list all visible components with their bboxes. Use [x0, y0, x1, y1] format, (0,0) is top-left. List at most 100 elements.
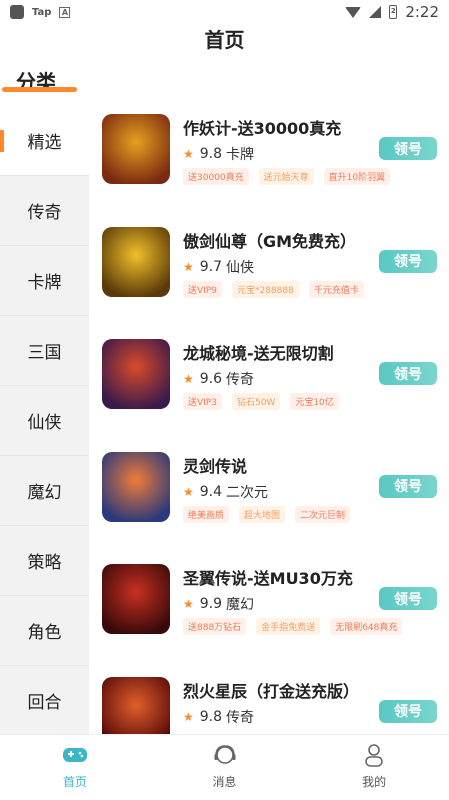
game-rating: ★ 9.9 魔幻	[183, 594, 254, 614]
game-genre: 魔幻	[226, 597, 255, 613]
nav-tab-label: 消息	[212, 775, 237, 789]
sidebar-item-card[interactable]: 卡牌	[0, 246, 89, 316]
sidebar-item-strategy[interactable]: 策略	[0, 526, 89, 596]
signal-icon	[369, 6, 382, 18]
sidebar-item-label: 策略	[27, 553, 62, 573]
game-tag: 送VIP9	[183, 280, 222, 298]
game-thumbnail[interactable]	[102, 114, 170, 184]
game-score: 9.8	[199, 146, 223, 162]
sidebar-item-label: 仙侠	[27, 413, 62, 433]
game-rating: ★ 9.6 传奇	[183, 369, 254, 389]
game-tag: 送30000真充	[183, 168, 249, 185]
game-score: 9.8	[199, 708, 223, 725]
game-score: 9.4	[199, 483, 223, 500]
sidebar-item-label: 精选	[27, 133, 62, 153]
category-sidebar: 精选 传奇 卡牌 三国 仙侠 魔幻 策略 角色 回合	[0, 106, 89, 736]
game-tags: 送888万钻石 金手指免费送 无限刷648真充	[183, 618, 403, 635]
clock-time: 2:22	[405, 3, 439, 21]
game-tag: 绝美画质	[183, 505, 230, 523]
user-icon	[365, 744, 383, 767]
game-score: 9.7	[199, 258, 223, 275]
game-tags: 送VIP3 钻石50W 元宝10亿	[183, 393, 339, 410]
nav-tab-home[interactable]: 首页	[0, 735, 150, 800]
game-tag: 元宝*288888	[231, 280, 299, 298]
section-title-underline	[2, 87, 77, 92]
game-tag: 直升10阶羽翼	[323, 168, 391, 185]
claim-account-button[interactable]: 领号	[379, 249, 437, 273]
game-list: 作妖计-送30000真充 ★ 9.8 卡牌 送30000真充 送元始天尊 直升1…	[89, 106, 449, 734]
game-rating: ★ 9.4 二次元	[183, 482, 268, 502]
star-icon: ★	[183, 484, 194, 499]
game-title: 烈火星辰（打金送充版）	[183, 681, 360, 701]
sidebar-item-label: 卡牌	[27, 273, 62, 293]
star-icon: ★	[183, 372, 194, 386]
game-title: 龙城秘境-送无限切割	[183, 344, 334, 363]
game-thumbnail[interactable]	[102, 339, 170, 409]
sidebar-item-label: 传奇	[27, 203, 62, 223]
game-title: 作妖计-送30000真充	[183, 119, 342, 138]
game-genre: 卡牌	[226, 147, 255, 163]
game-list-item[interactable]: 烈火星辰（打金送充版） ★ 9.8 传奇 领号	[89, 669, 449, 734]
sidebar-item-label: 魔幻	[27, 483, 62, 503]
nav-tab-profile[interactable]: 我的	[299, 735, 449, 800]
game-tag: 超大地图	[239, 505, 286, 523]
game-rating: ★ 9.8 卡牌	[183, 144, 254, 164]
claim-account-button[interactable]: 领号	[379, 699, 437, 723]
game-tags: 送30000真充 送元始天尊 直升10阶羽翼	[183, 168, 391, 185]
sidebar-item-turn-based[interactable]: 回合	[0, 666, 89, 736]
game-tag: 无限刷648真充	[330, 618, 403, 635]
sidebar-item-rpg[interactable]: 角色	[0, 596, 89, 666]
claim-account-button[interactable]: 领号	[379, 137, 437, 160]
sidebar-item-xianxia[interactable]: 仙侠	[0, 386, 89, 456]
game-list-item[interactable]: 圣翼传说-送MU30万充 ★ 9.9 魔幻 送888万钻石 金手指免费送 无限刷…	[89, 556, 449, 669]
game-tag: 送VIP3	[183, 393, 222, 410]
status-bar: Tap A 2 2:22	[0, 0, 449, 24]
app-notification-icon	[10, 5, 24, 19]
star-icon: ★	[183, 259, 194, 274]
game-list-item[interactable]: 作妖计-送30000真充 ★ 9.8 卡牌 送30000真充 送元始天尊 直升1…	[89, 106, 449, 219]
game-list-item[interactable]: 灵剑传说 ★ 9.4 二次元 绝美画质 超大地图 二次元巨制 领号	[89, 444, 449, 557]
game-list-item[interactable]: 傲剑仙尊（GM免费充） ★ 9.7 仙侠 送VIP9 元宝*288888 千元充…	[89, 219, 449, 332]
nav-tab-messages[interactable]: 消息	[150, 735, 300, 800]
game-tag: 金手指免费送	[256, 618, 321, 635]
game-score: 9.6	[199, 371, 223, 387]
game-thumbnail[interactable]	[102, 564, 170, 634]
bottom-navigation: 首页 消息 我的	[0, 734, 449, 800]
game-rating: ★ 9.7 仙侠	[183, 257, 254, 277]
sidebar-item-legend[interactable]: 传奇	[0, 176, 89, 246]
wifi-icon	[345, 6, 362, 18]
claim-account-button[interactable]: 领号	[379, 587, 437, 610]
page-title: 首页	[204, 28, 245, 52]
claim-account-button[interactable]: 领号	[379, 474, 437, 498]
game-list-item[interactable]: 龙城秘境-送无限切割 ★ 9.6 传奇 送VIP3 钻石50W 元宝10亿 领号	[89, 331, 449, 444]
game-title: 灵剑传说	[183, 456, 248, 476]
game-title: 圣翼传说-送MU30万充	[183, 569, 353, 588]
tap-notification-label: Tap	[32, 6, 52, 18]
star-icon: ★	[183, 709, 194, 724]
nav-tab-label: 我的	[362, 775, 387, 789]
game-genre: 传奇	[226, 372, 255, 388]
sidebar-item-featured[interactable]: 精选	[0, 106, 89, 176]
claim-account-button[interactable]: 领号	[379, 362, 437, 385]
game-genre: 二次元	[226, 484, 269, 501]
game-genre: 传奇	[226, 709, 255, 726]
game-thumbnail[interactable]	[102, 676, 170, 734]
game-tag: 元宝10亿	[290, 393, 339, 410]
game-score: 9.9	[199, 596, 223, 612]
game-tag: 千元充值卡	[308, 280, 364, 298]
headset-icon	[214, 745, 235, 764]
game-rating: ★ 9.8 传奇	[183, 707, 254, 727]
game-thumbnail[interactable]	[102, 451, 170, 522]
game-tags: 送VIP9 元宝*288888 千元充值卡	[183, 280, 364, 298]
sidebar-item-fantasy[interactable]: 魔幻	[0, 456, 89, 526]
sidebar-item-label: 角色	[27, 623, 62, 643]
game-tag: 送888万钻石	[183, 618, 247, 635]
star-icon: ★	[183, 597, 194, 611]
game-genre: 仙侠	[226, 259, 255, 276]
game-thumbnail[interactable]	[102, 226, 170, 297]
sidebar-item-three-kingdoms[interactable]: 三国	[0, 316, 89, 386]
nav-tab-label: 首页	[62, 775, 87, 789]
game-tag: 钻石50W	[231, 393, 281, 410]
sidebar-item-label: 回合	[27, 693, 62, 713]
game-title: 傲剑仙尊（GM免费充）	[183, 231, 357, 251]
